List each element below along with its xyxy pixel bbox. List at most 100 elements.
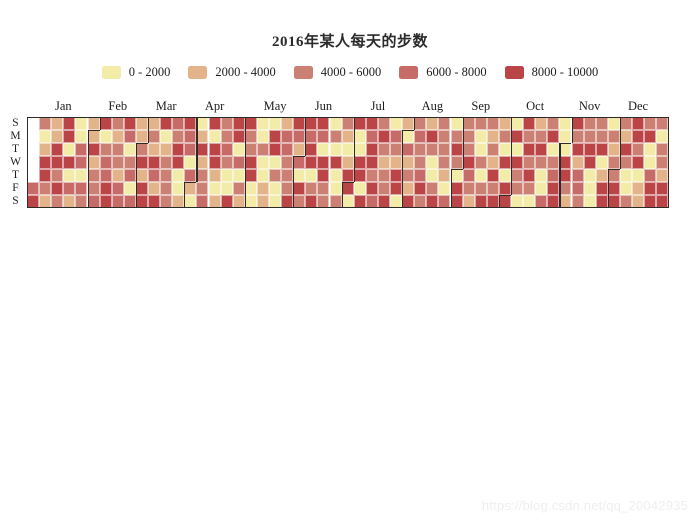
heatmap-cell[interactable] <box>450 169 463 182</box>
heatmap-cell[interactable] <box>293 182 306 195</box>
heatmap-cell[interactable] <box>148 130 161 143</box>
heatmap-cell[interactable] <box>123 130 136 143</box>
heatmap-cell[interactable] <box>498 130 511 143</box>
heatmap-cell[interactable] <box>63 182 76 195</box>
heatmap-cell[interactable] <box>341 169 354 182</box>
heatmap-cell[interactable] <box>632 156 645 169</box>
heatmap-cell[interactable] <box>377 143 390 156</box>
heatmap-cell[interactable] <box>583 117 596 130</box>
heatmap-cell[interactable] <box>632 182 645 195</box>
heatmap-cell[interactable] <box>390 182 403 195</box>
heatmap-cell[interactable] <box>232 117 245 130</box>
heatmap-cell[interactable] <box>571 156 584 169</box>
heatmap-cell[interactable] <box>39 169 52 182</box>
heatmap-cell[interactable] <box>293 143 306 156</box>
heatmap-cell[interactable] <box>474 169 487 182</box>
heatmap-cell[interactable] <box>63 143 76 156</box>
heatmap-cell[interactable] <box>511 143 524 156</box>
heatmap-cell[interactable] <box>293 156 306 169</box>
heatmap-cell[interactable] <box>244 143 257 156</box>
heatmap-cell[interactable] <box>426 130 439 143</box>
heatmap-cell[interactable] <box>27 182 40 195</box>
heatmap-cell[interactable] <box>559 182 572 195</box>
heatmap-cell[interactable] <box>486 182 499 195</box>
heatmap-cell[interactable] <box>559 156 572 169</box>
heatmap-cell[interactable] <box>51 117 64 130</box>
heatmap-cell[interactable] <box>341 143 354 156</box>
heatmap-cell[interactable] <box>99 156 112 169</box>
heatmap-cell[interactable] <box>571 117 584 130</box>
heatmap-cell[interactable] <box>63 117 76 130</box>
heatmap-cell[interactable] <box>656 143 669 156</box>
heatmap-cell[interactable] <box>39 143 52 156</box>
heatmap-cell[interactable] <box>402 156 415 169</box>
heatmap-cell[interactable] <box>293 117 306 130</box>
heatmap-cell[interactable] <box>281 156 294 169</box>
heatmap-cell[interactable] <box>317 130 330 143</box>
heatmap-cell[interactable] <box>256 156 269 169</box>
heatmap-cell[interactable] <box>414 169 427 182</box>
heatmap-cell[interactable] <box>438 130 451 143</box>
heatmap-cell[interactable] <box>474 130 487 143</box>
legend-item[interactable]: 8000 - 10000 <box>504 65 598 80</box>
heatmap-cell[interactable] <box>607 117 620 130</box>
heatmap-cell[interactable] <box>535 143 548 156</box>
heatmap-cell[interactable] <box>438 169 451 182</box>
heatmap-cell[interactable] <box>63 156 76 169</box>
heatmap-cell[interactable] <box>414 130 427 143</box>
heatmap-cell[interactable] <box>450 130 463 143</box>
heatmap-cell[interactable] <box>317 143 330 156</box>
heatmap-cell[interactable] <box>390 143 403 156</box>
heatmap-cell[interactable] <box>498 182 511 195</box>
heatmap-cell[interactable] <box>123 182 136 195</box>
heatmap-cell[interactable] <box>232 143 245 156</box>
heatmap-cell[interactable] <box>547 156 560 169</box>
heatmap-cell[interactable] <box>75 182 88 195</box>
heatmap-cell[interactable] <box>607 182 620 195</box>
heatmap-cell[interactable] <box>583 169 596 182</box>
heatmap-cell[interactable] <box>220 117 233 130</box>
heatmap-cell[interactable] <box>305 182 318 195</box>
heatmap-cell[interactable] <box>535 156 548 169</box>
heatmap-cell[interactable] <box>365 130 378 143</box>
heatmap-cell[interactable] <box>619 130 632 143</box>
heatmap-cell[interactable] <box>184 130 197 143</box>
heatmap-cell[interactable] <box>99 117 112 130</box>
heatmap-cell[interactable] <box>111 169 124 182</box>
heatmap-cell[interactable] <box>523 156 536 169</box>
heatmap-cell[interactable] <box>644 182 657 195</box>
heatmap-cell[interactable] <box>462 156 475 169</box>
heatmap-cell[interactable] <box>51 169 64 182</box>
heatmap-cell[interactable] <box>656 156 669 169</box>
heatmap-cell[interactable] <box>559 169 572 182</box>
heatmap-cell[interactable] <box>632 117 645 130</box>
heatmap-cell[interactable] <box>498 156 511 169</box>
heatmap-cell[interactable] <box>365 169 378 182</box>
heatmap-cell[interactable] <box>547 182 560 195</box>
heatmap-cell[interactable] <box>474 156 487 169</box>
heatmap-cell[interactable] <box>184 143 197 156</box>
heatmap-cell[interactable] <box>511 182 524 195</box>
heatmap-cell[interactable] <box>220 182 233 195</box>
heatmap-cell[interactable] <box>244 130 257 143</box>
heatmap-cell[interactable] <box>547 169 560 182</box>
heatmap-cell[interactable] <box>498 169 511 182</box>
heatmap-cell[interactable] <box>511 169 524 182</box>
heatmap-cell[interactable] <box>438 117 451 130</box>
heatmap-cell[interactable] <box>135 143 148 156</box>
heatmap-cell[interactable] <box>353 182 366 195</box>
heatmap-cell[interactable] <box>75 117 88 130</box>
heatmap-cell[interactable] <box>341 130 354 143</box>
heatmap-cell[interactable] <box>148 169 161 182</box>
heatmap-cell[interactable] <box>305 143 318 156</box>
heatmap-cell[interactable] <box>208 143 221 156</box>
heatmap-cell[interactable] <box>208 156 221 169</box>
heatmap-cell[interactable] <box>87 182 100 195</box>
heatmap-cell[interactable] <box>414 143 427 156</box>
heatmap-cell[interactable] <box>329 169 342 182</box>
heatmap-cell[interactable] <box>208 182 221 195</box>
heatmap-cell[interactable] <box>160 143 173 156</box>
heatmap-cell[interactable] <box>51 182 64 195</box>
heatmap-cell[interactable] <box>75 143 88 156</box>
heatmap-cell[interactable] <box>486 117 499 130</box>
